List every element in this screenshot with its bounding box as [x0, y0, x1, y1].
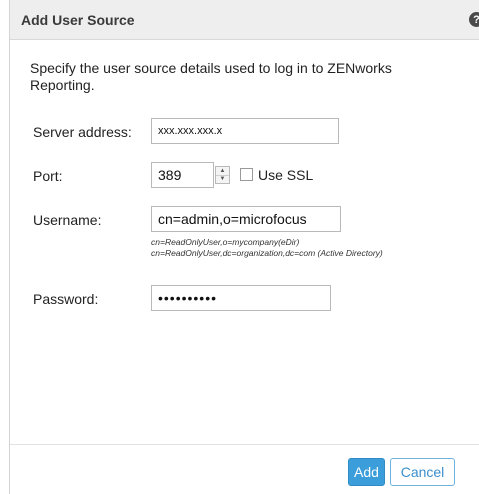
footer-divider — [10, 444, 479, 445]
dialog-titlebar: Add User Source ? — [10, 0, 479, 40]
dialog-title: Add User Source — [21, 12, 135, 28]
add-button[interactable]: Add — [348, 458, 385, 486]
username-input[interactable] — [151, 206, 341, 232]
dialog-description: Specify the user source details used to … — [30, 60, 392, 93]
port-label: Port: — [33, 168, 63, 184]
cancel-button[interactable]: Cancel — [390, 458, 455, 486]
username-hint-edir: cn=ReadOnlyUser,o=mycompany(eDir) — [151, 237, 300, 247]
help-icon[interactable]: ? — [469, 12, 479, 27]
server-address-label: Server address: — [33, 124, 132, 140]
password-input[interactable] — [151, 285, 331, 311]
password-label: Password: — [33, 291, 99, 307]
port-spinner[interactable]: ▲ ▼ — [215, 166, 230, 184]
spinner-down-icon[interactable]: ▼ — [216, 174, 229, 184]
add-user-source-dialog: Add User Source ? Specify the user sourc… — [9, 0, 479, 494]
spinner-up-icon[interactable]: ▲ — [216, 167, 229, 175]
use-ssl-label[interactable]: Use SSL — [258, 167, 313, 183]
username-label: Username: — [33, 212, 102, 228]
username-hint-ad: cn=ReadOnlyUser,dc=organization,dc=com (… — [151, 248, 383, 258]
server-address-input[interactable] — [151, 118, 339, 144]
port-input[interactable] — [151, 162, 214, 188]
use-ssl-checkbox[interactable] — [240, 168, 253, 181]
